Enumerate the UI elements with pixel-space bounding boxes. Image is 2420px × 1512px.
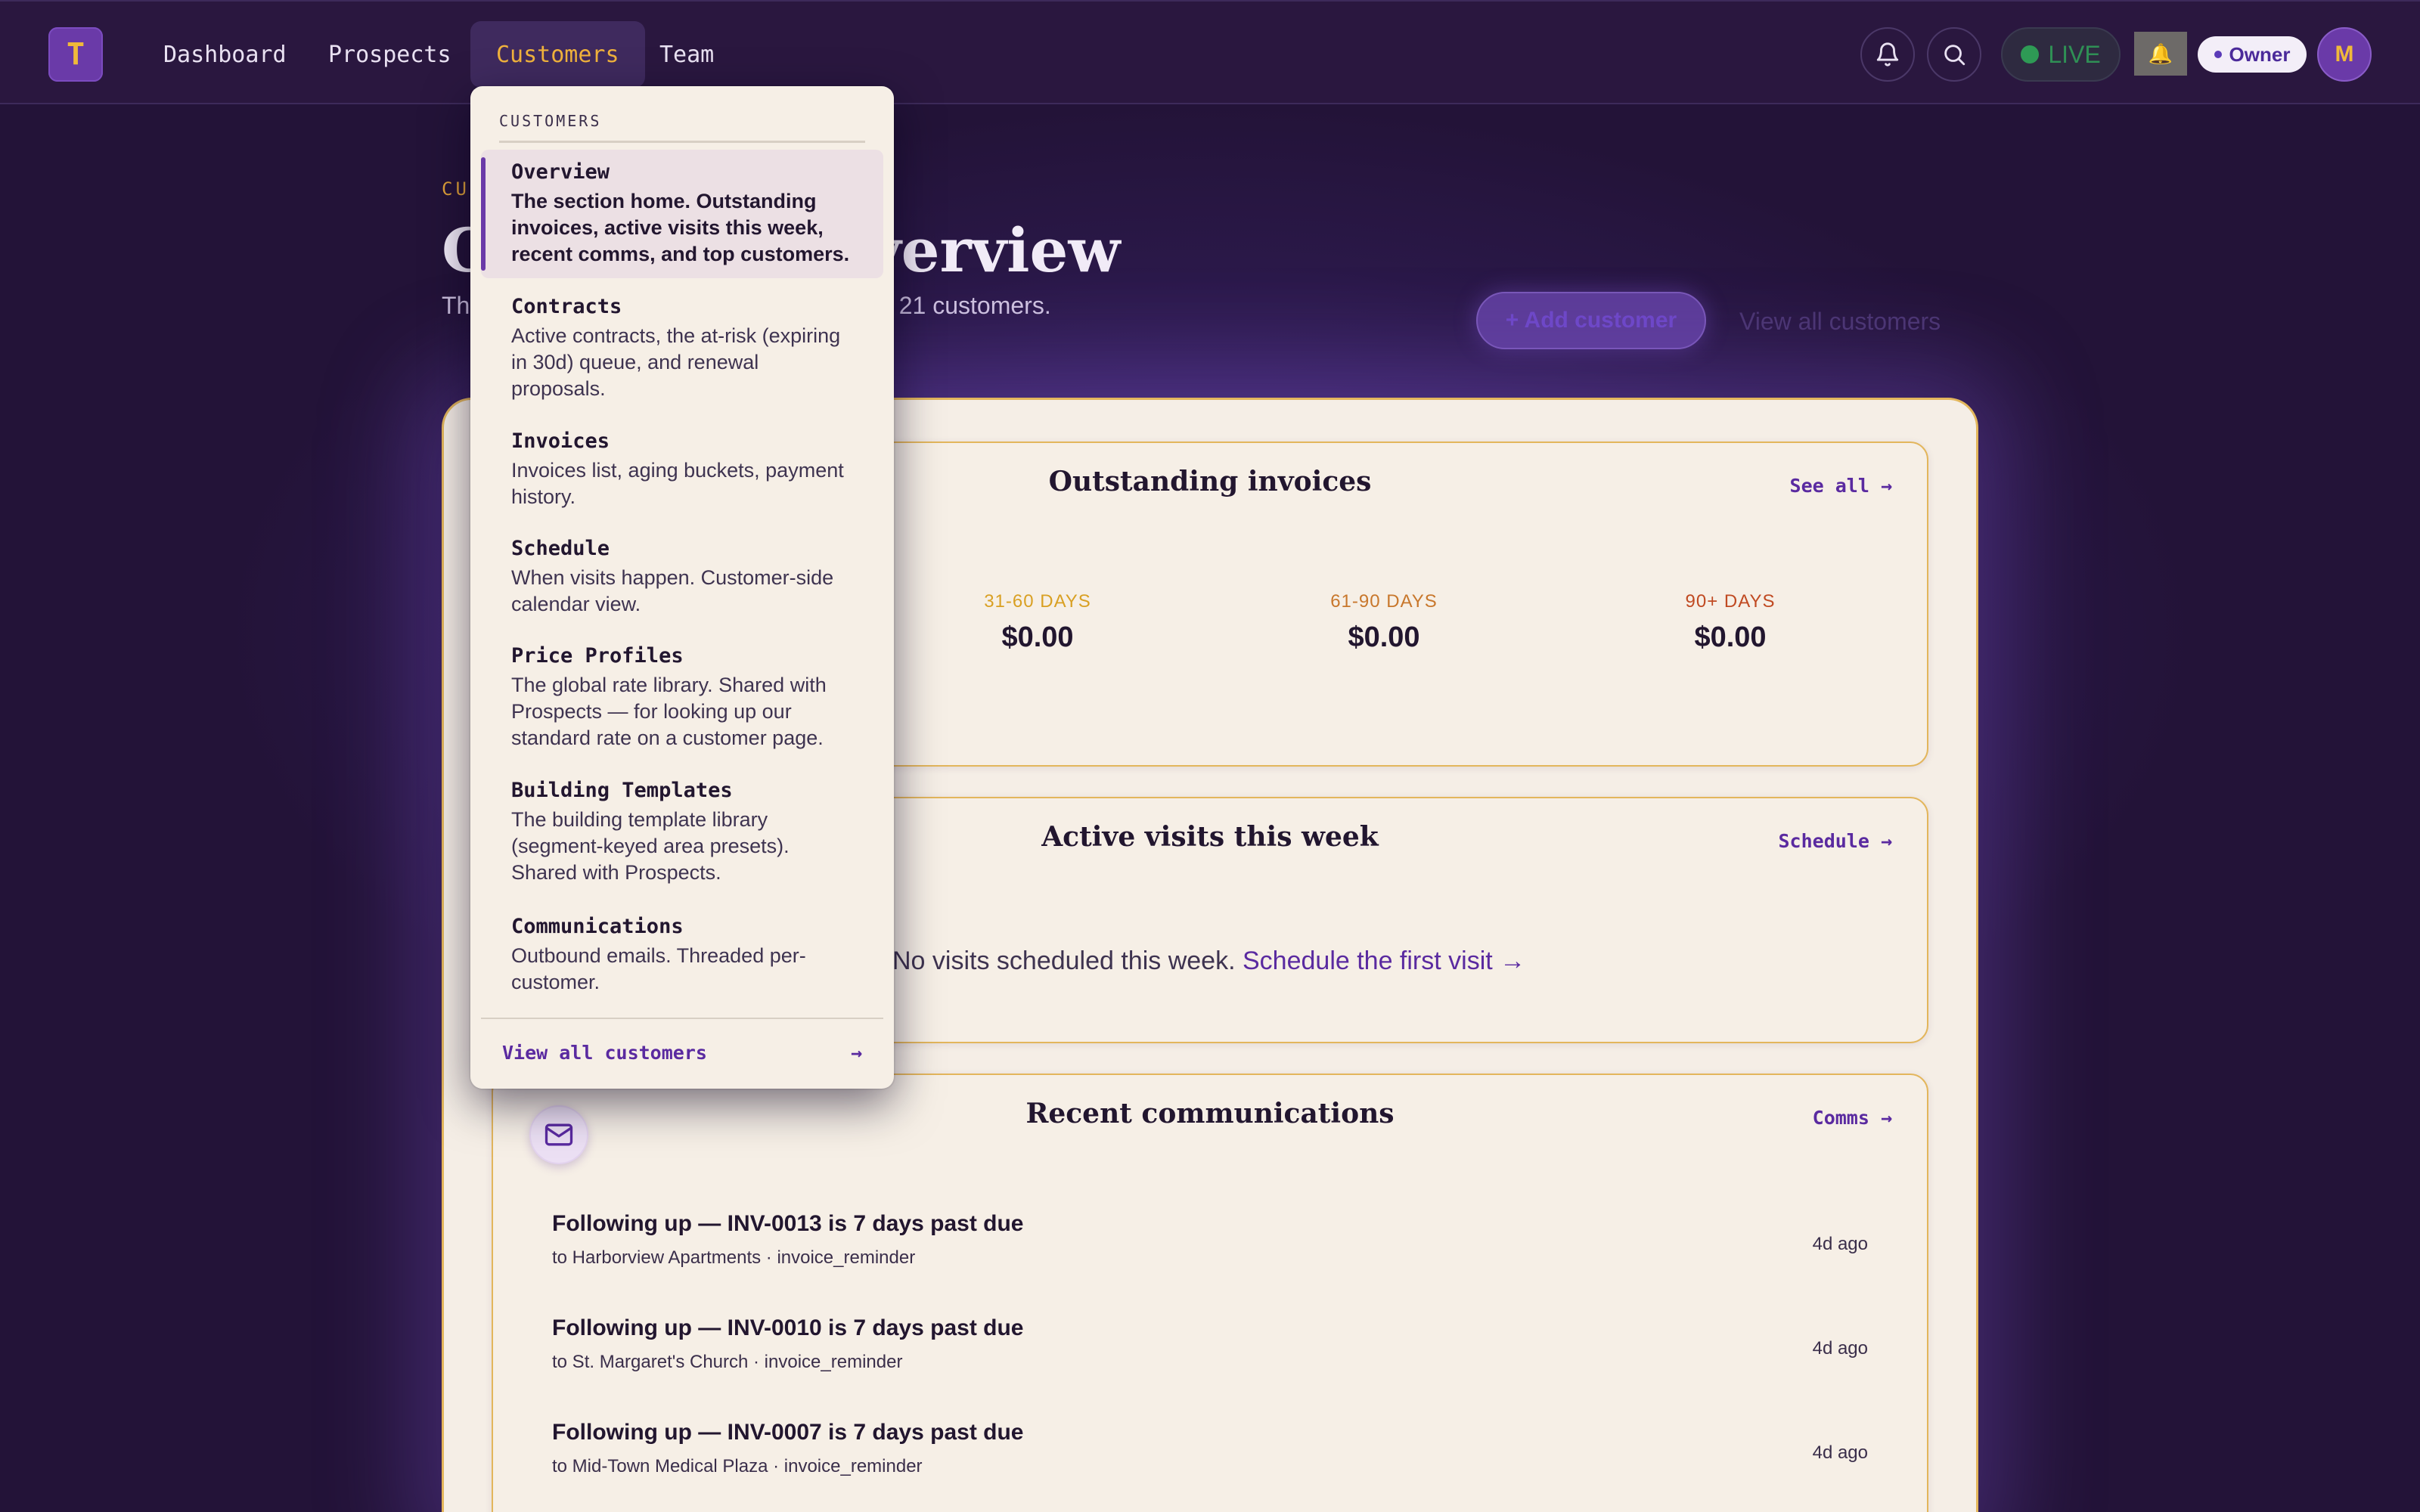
bell-icon bbox=[1876, 42, 1899, 67]
dropdown-divider bbox=[481, 1018, 883, 1019]
schedule-link[interactable]: Schedule → bbox=[1778, 830, 1892, 852]
comm-subject: Following up — INV-0013 is 7 days past d… bbox=[552, 1211, 1024, 1236]
role-dot bbox=[2214, 51, 2222, 58]
menu-item-contracts[interactable]: Contracts Active contracts, the at-risk … bbox=[481, 284, 883, 413]
role-badge: Owner bbox=[2198, 36, 2307, 73]
comm-meta: to Harborview Apartments · invoice_remin… bbox=[552, 1247, 916, 1268]
customers-dropdown-menu: CUSTOMERS Overview The section home. Out… bbox=[470, 86, 894, 1089]
menu-item-description: The global rate library. Shared with Pro… bbox=[511, 674, 827, 749]
menu-item-label: Overview bbox=[511, 160, 610, 184]
nav-customers[interactable]: Customers bbox=[470, 21, 645, 88]
add-customer-button[interactable]: + Add customer bbox=[1476, 292, 1706, 349]
menu-item-label: Contracts bbox=[511, 295, 622, 318]
live-status-dot bbox=[2021, 45, 2040, 64]
role-label: Owner bbox=[2229, 42, 2291, 66]
menu-item-communications[interactable]: Communications Outbound emails. Threaded… bbox=[481, 904, 883, 1006]
comm-subject: Following up — INV-0010 is 7 days past d… bbox=[552, 1315, 1024, 1340]
nav-dashboard[interactable]: Dashboard bbox=[138, 21, 312, 88]
schedule-first-visit-link[interactable]: Schedule the first visit → bbox=[1243, 947, 1525, 975]
menu-item-label: Invoices bbox=[511, 429, 610, 453]
user-avatar[interactable]: M bbox=[2317, 27, 2372, 82]
menu-item-label: Communications bbox=[511, 915, 684, 938]
bucket-label-90-plus: 90+ DAYS bbox=[1685, 591, 1776, 612]
nav-prospects[interactable]: Prospects bbox=[302, 21, 477, 88]
menu-item-description: Active contracts, the at-risk (expiring … bbox=[511, 324, 841, 400]
nav-team[interactable]: Team bbox=[634, 21, 740, 88]
top-navbar: T Dashboard Prospects Customers Team LIV… bbox=[0, 0, 2420, 104]
menu-item-label: Schedule bbox=[511, 537, 610, 560]
menu-item-description: When visits happen. Customer-side calend… bbox=[511, 566, 834, 615]
live-mode-toggle[interactable]: LIVE bbox=[2001, 27, 2121, 82]
menu-item-label: Price Profiles bbox=[511, 644, 684, 668]
empty-message: No visits scheduled this week. bbox=[892, 947, 1236, 975]
comm-meta: to St. Margaret's Church · invoice_remin… bbox=[552, 1352, 903, 1372]
alert-badge-icon[interactable]: 🔔 bbox=[2134, 32, 2187, 76]
comm-row[interactable]: Following up — INV-0010 is 7 days past d… bbox=[552, 1315, 1868, 1399]
app-logo[interactable]: T bbox=[48, 27, 103, 82]
bucket-value-90-plus: $0.00 bbox=[1694, 621, 1767, 653]
notifications-button[interactable] bbox=[1860, 27, 1915, 82]
menu-item-description: Invoices list, aging buckets, payment hi… bbox=[511, 459, 844, 508]
menu-item-description: The section home. Outstanding invoices, … bbox=[511, 190, 850, 265]
comm-subject: Following up — INV-0007 is 7 days past d… bbox=[552, 1420, 1024, 1445]
menu-item-price-profiles[interactable]: Price Profiles The global rate library. … bbox=[481, 634, 883, 762]
comms-link[interactable]: Comms → bbox=[1813, 1107, 1892, 1129]
menu-item-description: Outbound emails. Threaded per-customer. bbox=[511, 944, 806, 993]
footer-label: View all customers bbox=[502, 1042, 707, 1064]
see-all-invoices-link[interactable]: See all → bbox=[1790, 475, 1892, 497]
view-all-customers-menu-link[interactable]: View all customers → bbox=[502, 1042, 862, 1064]
panel-title: Recent communications bbox=[1025, 1098, 1395, 1129]
menu-item-schedule[interactable]: Schedule When visits happen. Customer-si… bbox=[481, 526, 883, 628]
bucket-value-31-60: $0.00 bbox=[1001, 621, 1074, 653]
search-icon bbox=[1944, 45, 1965, 66]
comm-time: 4d ago bbox=[1812, 1338, 1868, 1359]
recent-communications-panel: Recent communications Comms → Following … bbox=[492, 1074, 1928, 1512]
comm-row[interactable]: Following up — INV-0013 is 7 days past d… bbox=[552, 1211, 1868, 1294]
bucket-label-31-60: 31-60 DAYS bbox=[984, 591, 1091, 612]
menu-item-invoices[interactable]: Invoices Invoices list, aging buckets, p… bbox=[481, 419, 883, 521]
menu-item-label: Building Templates bbox=[511, 779, 733, 802]
search-button[interactable] bbox=[1927, 27, 1981, 82]
comm-meta: to Mid-Town Medical Plaza · invoice_remi… bbox=[552, 1456, 923, 1476]
menu-item-description: The building template library (segment-k… bbox=[511, 808, 790, 884]
bucket-value-61-90: $0.00 bbox=[1348, 621, 1420, 653]
menu-item-overview[interactable]: Overview The section home. Outstanding i… bbox=[481, 150, 883, 278]
comm-time: 4d ago bbox=[1812, 1234, 1868, 1254]
live-label: LIVE bbox=[2048, 40, 2101, 68]
comm-time: 4d ago bbox=[1812, 1442, 1868, 1463]
visits-empty-state: No visits scheduled this week. Schedule … bbox=[892, 947, 1525, 976]
menu-item-building-templates[interactable]: Building Templates The building template… bbox=[481, 768, 883, 897]
comm-row[interactable]: Following up — INV-0007 is 7 days past d… bbox=[552, 1420, 1868, 1503]
view-all-customers-link[interactable]: View all customers bbox=[1739, 295, 1941, 348]
dropdown-header: CUSTOMERS bbox=[499, 112, 865, 143]
arrow-right-icon: → bbox=[850, 1042, 862, 1064]
bucket-label-61-90: 61-90 DAYS bbox=[1330, 591, 1438, 612]
